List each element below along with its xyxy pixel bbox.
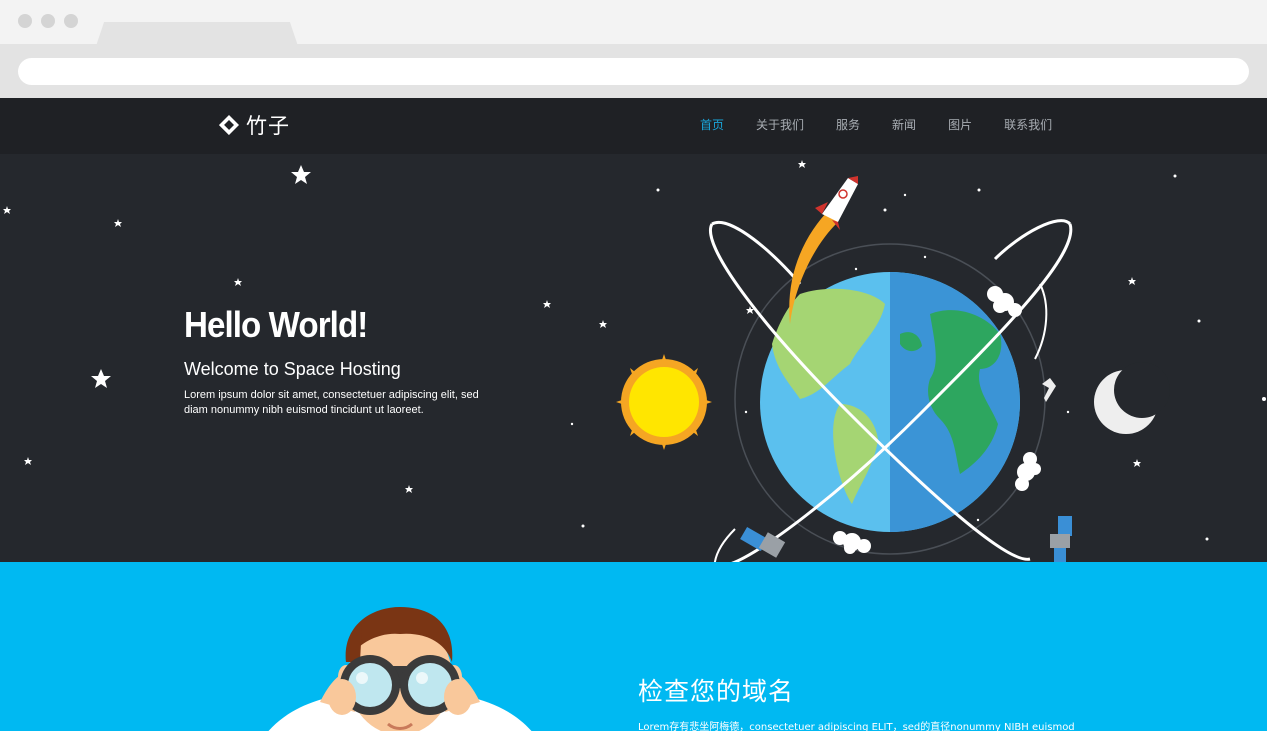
star-icon	[291, 165, 311, 184]
star-icon	[3, 206, 11, 214]
logo-diamond-icon	[219, 115, 239, 135]
stars	[3, 160, 1266, 541]
star-icon	[234, 278, 242, 286]
site-logo[interactable]: 竹子	[218, 111, 290, 139]
main-nav: 首页 关于我们 服务 新闻 图片 联系我们	[700, 116, 1084, 133]
star-icon	[91, 369, 111, 388]
logo-text: 竹子	[246, 114, 290, 138]
hero-section: Hello World! Welcome to Space Hosting Lo…	[0, 154, 1267, 562]
window-maximize-dot[interactable]	[64, 14, 78, 28]
browser-chrome	[0, 0, 1267, 98]
earth-icon	[760, 272, 1020, 532]
star-icon	[1133, 459, 1141, 467]
domain-section: 检查您的域名 Lorem存有悲坐阿梅德，consectetuer adipisc…	[0, 562, 1267, 731]
moon-icon	[1094, 362, 1170, 434]
address-bar[interactable]	[18, 58, 1249, 85]
domain-title: 检查您的域名	[638, 677, 795, 706]
hero-title: Hello World!	[184, 304, 368, 345]
hero-subtitle: Welcome to Space Hosting	[184, 359, 401, 379]
star-icon	[543, 300, 551, 308]
star-icon	[114, 219, 122, 227]
nav-item-home[interactable]: 首页	[700, 116, 724, 133]
cloud-icon	[1015, 452, 1041, 491]
site-navbar: 竹子 首页 关于我们 服务 新闻 图片 联系我们	[0, 98, 1267, 154]
star-icon	[599, 320, 607, 328]
star-icon	[405, 485, 413, 493]
nav-item-services[interactable]: 服务	[836, 116, 860, 133]
browser-tab[interactable]	[96, 22, 298, 46]
cloud-icon	[987, 286, 1022, 317]
nav-item-pictures[interactable]: 图片	[948, 116, 972, 133]
satellite-icon	[740, 526, 786, 558]
satellite-icon	[1050, 516, 1072, 562]
nav-item-news[interactable]: 新闻	[892, 116, 916, 133]
star-icon	[798, 160, 806, 168]
cloud-icon	[833, 531, 871, 554]
star-icon	[24, 457, 32, 465]
window-close-dot[interactable]	[18, 14, 32, 28]
sun-icon	[616, 354, 712, 450]
domain-description: Lorem存有悲坐阿梅德，consectetuer adipiscing ELI…	[638, 722, 1075, 731]
hero-description: Lorem ipsum dolor sit amet, consectetuer…	[184, 389, 479, 416]
binoculars-man-illustration	[268, 607, 532, 731]
nav-item-contact[interactable]: 联系我们	[1004, 116, 1052, 133]
window-minimize-dot[interactable]	[41, 14, 55, 28]
space-illustration	[3, 160, 1266, 562]
star-icon	[1128, 277, 1136, 285]
nav-item-about[interactable]: 关于我们	[756, 116, 804, 133]
